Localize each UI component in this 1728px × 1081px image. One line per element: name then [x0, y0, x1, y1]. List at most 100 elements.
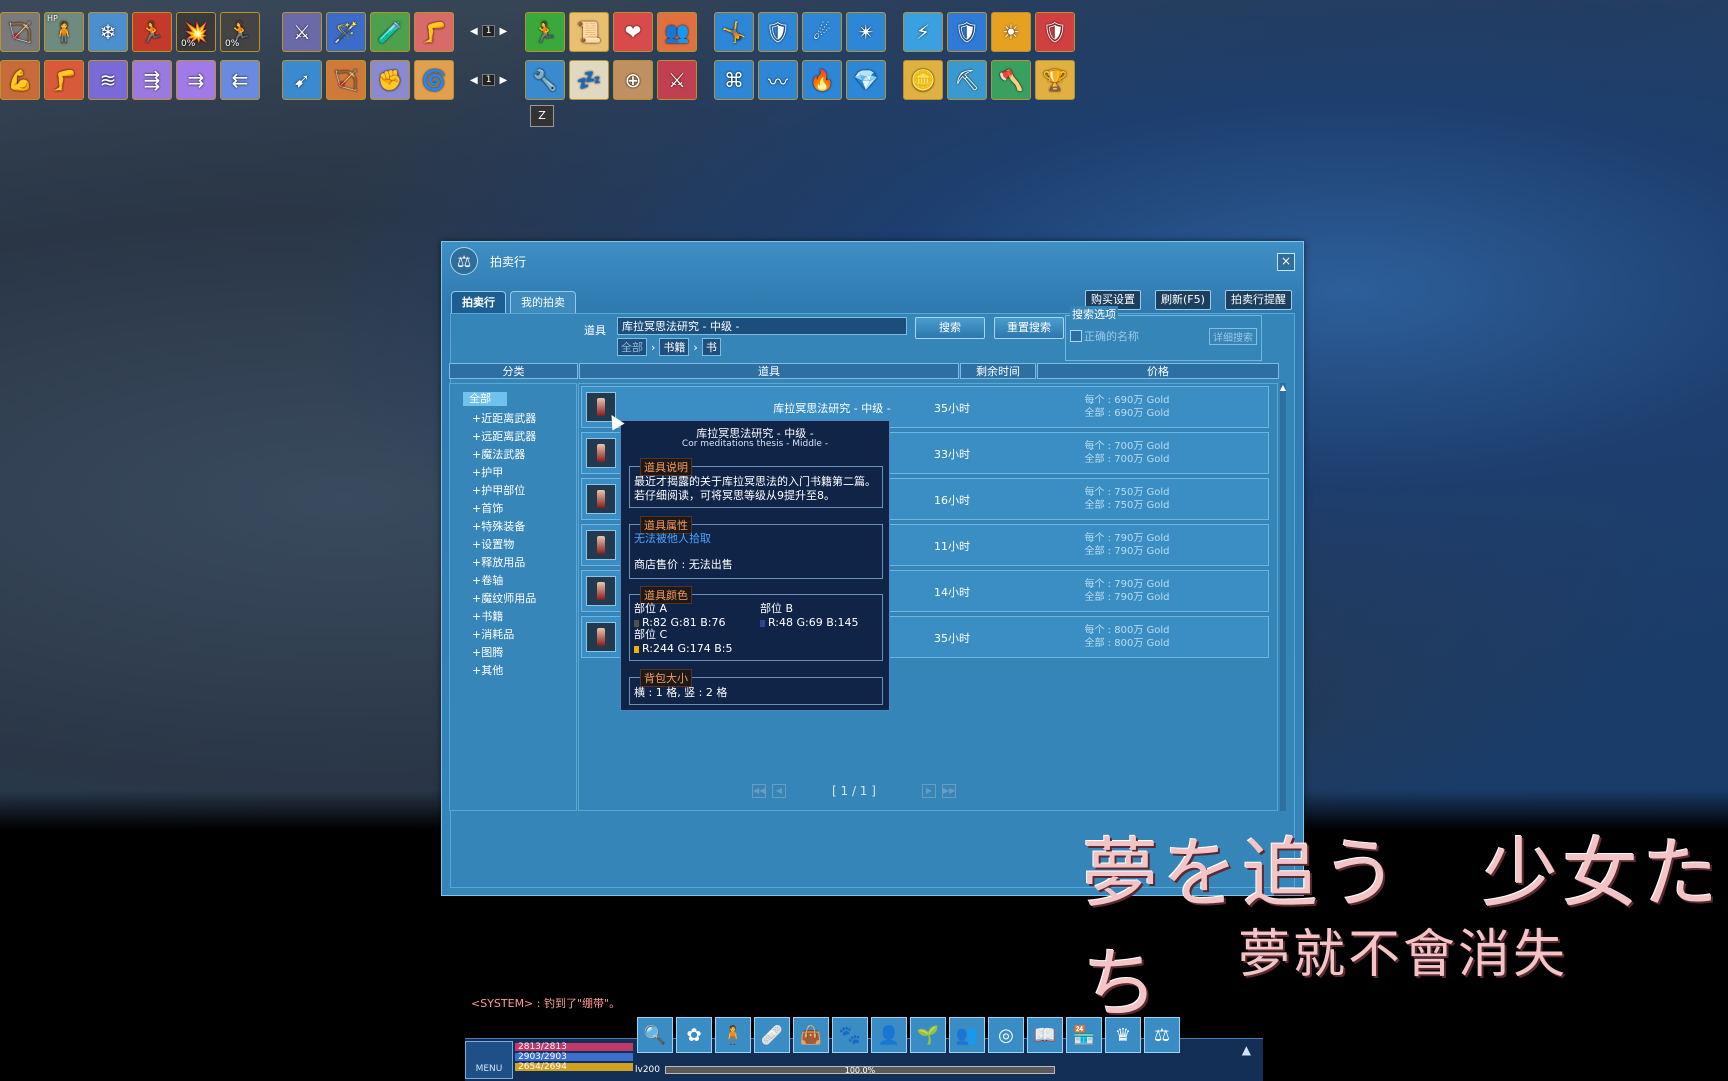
- category-all[interactable]: 全部: [463, 392, 507, 406]
- category-item[interactable]: +设置物: [472, 536, 514, 552]
- category-item[interactable]: +远距离武器: [472, 428, 536, 444]
- skillbar-pager-2[interactable]: ◀ 1 ▶: [470, 74, 507, 86]
- magic-staff-icon[interactable]: 🪄: [326, 12, 366, 52]
- window-titlebar[interactable]: ⚖ 拍卖行: [442, 242, 1303, 280]
- ice-burst-icon[interactable]: ✴: [846, 12, 886, 52]
- category-item[interactable]: +书籍: [472, 608, 503, 624]
- list-scrollbar[interactable]: [1280, 383, 1286, 811]
- advanced-search-button[interactable]: 详细搜索: [1209, 328, 1257, 345]
- next-page-icon[interactable]: ▶: [921, 784, 936, 798]
- first-page-icon[interactable]: ◀◀: [752, 784, 766, 798]
- category-item[interactable]: +消耗品: [472, 626, 514, 642]
- breadcrumb-book[interactable]: 书: [701, 338, 721, 356]
- column-price[interactable]: 价格: [1037, 363, 1279, 379]
- speed-lines-icon[interactable]: ≋: [88, 60, 128, 100]
- uppercut-icon[interactable]: ✊: [370, 60, 410, 100]
- breadcrumb-books[interactable]: 书籍: [659, 338, 690, 356]
- no-sword-icon[interactable]: ⚔: [657, 60, 697, 100]
- tab-my-auctions[interactable]: 我的拍卖: [510, 291, 576, 314]
- prev-page-icon[interactable]: ◀: [470, 75, 478, 86]
- menu-button[interactable]: MENU: [465, 1041, 513, 1079]
- scroll-up-icon[interactable]: ▲: [1277, 383, 1289, 393]
- user-icon[interactable]: 👤: [871, 1017, 907, 1053]
- green-potion-icon[interactable]: 🧪: [370, 12, 410, 52]
- auction-alert-button[interactable]: 拍卖行提醒: [1225, 290, 1292, 310]
- sprout-icon[interactable]: 🌱: [910, 1017, 946, 1053]
- category-item[interactable]: +护甲部位: [472, 482, 525, 498]
- dash-arrows-icon[interactable]: ⇉: [176, 60, 216, 100]
- flower-icon[interactable]: ✿: [676, 1017, 712, 1053]
- close-button[interactable]: ×: [1277, 253, 1295, 271]
- bow-shot-icon[interactable]: 🏹: [326, 60, 366, 100]
- wind-slash-icon[interactable]: 〰: [758, 60, 798, 100]
- arm-punch-icon[interactable]: 💪: [0, 60, 40, 100]
- search-icon[interactable]: 🔍: [637, 1017, 673, 1053]
- pet-icon[interactable]: 🐾: [832, 1017, 868, 1053]
- category-item[interactable]: +魔纹师用品: [472, 590, 536, 606]
- friends-icon[interactable]: 👥: [949, 1017, 985, 1053]
- guard-shield-icon[interactable]: 🛡: [1035, 12, 1075, 52]
- reset-search-button[interactable]: 重置搜索: [994, 317, 1064, 339]
- refresh-button[interactable]: 刷新(F5): [1155, 290, 1211, 310]
- search-input[interactable]: 库拉冥思法研究 - 中级 -: [617, 317, 907, 335]
- trophy-icon[interactable]: 🏆: [1035, 60, 1075, 100]
- vortex-icon[interactable]: 🌀: [414, 60, 454, 100]
- next-page-icon[interactable]: ▶: [499, 75, 507, 86]
- category-item[interactable]: +释放用品: [472, 554, 525, 570]
- category-item[interactable]: +特殊装备: [472, 518, 525, 534]
- blue-shield-icon[interactable]: 🛡: [947, 12, 987, 52]
- arrow-up-icon[interactable]: ➹: [282, 60, 322, 100]
- category-item[interactable]: +护甲: [472, 464, 503, 480]
- ice-spike-icon[interactable]: ❄: [88, 12, 128, 52]
- character-icon[interactable]: 🧍: [715, 1017, 751, 1053]
- column-time[interactable]: 剩余时间: [960, 363, 1036, 379]
- bandage-icon[interactable]: 🩹: [754, 1017, 790, 1053]
- shadow-run-icon[interactable]: 🏃 0%: [220, 12, 260, 52]
- prev-page-icon[interactable]: ◀: [470, 26, 478, 37]
- wrench-icon[interactable]: 🔧: [525, 60, 565, 100]
- network-icon[interactable]: ⌘: [714, 60, 754, 100]
- jump-icon[interactable]: 🤸: [714, 12, 754, 52]
- triple-arrow-icon[interactable]: ⇶: [132, 60, 172, 100]
- skillbar-pager-1[interactable]: ◀ 1 ▶: [470, 25, 507, 37]
- group-icon[interactable]: 👥: [657, 12, 697, 52]
- shop-icon[interactable]: 🏪: [1066, 1017, 1102, 1053]
- gold-coins-icon[interactable]: 🪙: [903, 60, 943, 100]
- crystal-icon[interactable]: 💎: [846, 60, 886, 100]
- last-page-icon[interactable]: ▶▶: [941, 784, 956, 798]
- column-item[interactable]: 道具: [579, 363, 959, 379]
- frost-armor-icon[interactable]: 🛡: [758, 12, 798, 52]
- sprint-icon[interactable]: 🏃: [525, 12, 565, 52]
- lightning-icon[interactable]: ⚡: [903, 12, 943, 52]
- scales-icon[interactable]: ⚖: [1144, 1017, 1180, 1053]
- exact-name-checkbox[interactable]: [1070, 330, 1082, 342]
- sleep-icon[interactable]: 💤: [569, 60, 609, 100]
- skillbar-toggle-button[interactable]: Z: [530, 105, 554, 127]
- category-item[interactable]: +首饰: [472, 500, 503, 516]
- breadcrumb-all[interactable]: 全部: [617, 338, 647, 356]
- dual-swords-icon[interactable]: ⚔: [282, 12, 322, 52]
- search-button[interactable]: 搜索: [915, 317, 985, 339]
- heart-shield-icon[interactable]: ❤: [613, 12, 653, 52]
- sun-icon[interactable]: ☀: [991, 12, 1031, 52]
- next-page-icon[interactable]: ▶: [499, 26, 507, 37]
- category-item[interactable]: +图腾: [472, 644, 503, 660]
- fire-burst-icon[interactable]: 💥 0%: [176, 12, 216, 52]
- category-item[interactable]: +近距离武器: [472, 410, 536, 426]
- tab-auction[interactable]: 拍卖行: [451, 291, 506, 314]
- pickaxe-icon[interactable]: ⛏: [947, 60, 987, 100]
- prev-page-icon[interactable]: ◀: [772, 784, 786, 798]
- running-icon[interactable]: 🏃: [132, 12, 172, 52]
- book-icon[interactable]: 📖: [1027, 1017, 1063, 1053]
- charge-arrows-icon[interactable]: ⇇: [220, 60, 260, 100]
- comet-icon[interactable]: ☄: [802, 12, 842, 52]
- category-item[interactable]: +卷轴: [472, 572, 503, 588]
- hud-toggle-button[interactable]: ▲: [1242, 1043, 1251, 1057]
- scroll-heal-icon[interactable]: 📜: [569, 12, 609, 52]
- spin-kick-icon[interactable]: 🦵: [44, 60, 84, 100]
- hp-potion-icon[interactable]: HP 🧍: [44, 12, 84, 52]
- globe-icon[interactable]: ◎: [988, 1017, 1024, 1053]
- kick-icon[interactable]: 🦵: [414, 12, 454, 52]
- bow-icon[interactable]: 🏹: [0, 12, 40, 52]
- fireball-icon[interactable]: 🔥: [802, 60, 842, 100]
